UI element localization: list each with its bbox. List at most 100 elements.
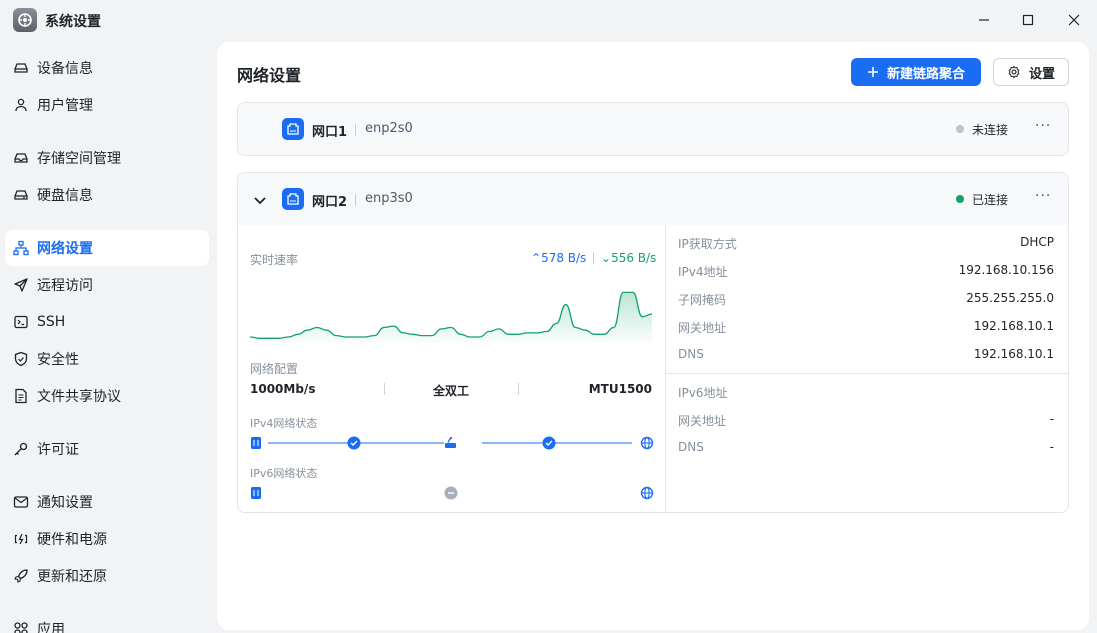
sidebar-item-notifications[interactable]: 通知设置: [5, 484, 209, 520]
duplex-mode: 全双工: [433, 384, 470, 398]
ipv4-status-label: IPv4网络状态: [250, 417, 318, 430]
globe-icon: [640, 486, 654, 500]
maximize-icon: [1022, 14, 1034, 26]
mtu-value: MTU1500: [588, 382, 652, 396]
sidebar-item-storage[interactable]: 存储空间管理: [5, 140, 209, 176]
key-icon: [13, 441, 29, 457]
port-status: 未连接: [972, 123, 1009, 137]
page-title: 网络设置: [237, 66, 302, 85]
sidebar-item-device-info[interactable]: 设备信息: [5, 50, 209, 86]
sidebar-item-label: 文件共享协议: [37, 389, 121, 405]
globe-icon: [640, 436, 654, 450]
device-icon: [251, 487, 261, 499]
sidebar-item-file-sharing[interactable]: 文件共享协议: [5, 378, 209, 414]
port-card-header[interactable]: 网口2 enp3s0 已连接 ···: [238, 173, 1068, 225]
net-config-label: 网络配置: [250, 362, 299, 376]
shield-icon: [13, 351, 29, 367]
divider: [355, 124, 356, 136]
ipv6-status-track: [251, 486, 654, 500]
section-divider: [665, 225, 666, 512]
plus-icon: [867, 67, 878, 77]
arrow-down-icon: ⌄: [601, 251, 612, 265]
info-key: 子网掩码: [678, 293, 727, 307]
sidebar-item-label: 安全性: [37, 352, 79, 368]
info-key: IPv4地址: [678, 265, 728, 279]
settings-app-icon: [13, 8, 37, 32]
main-panel: 网络设置 新建链路聚合 设置 网口1 enp2s0 未连接 ··· 网口2 en…: [217, 42, 1089, 630]
sidebar-item-apps[interactable]: 应用: [5, 611, 209, 633]
sidebar-item-label: SSH: [37, 314, 66, 330]
chevron-down-icon[interactable]: [253, 193, 267, 207]
router-icon: [445, 436, 456, 448]
info-value: DHCP: [1020, 235, 1054, 249]
info-value: 192.168.10.1: [973, 319, 1054, 333]
info-divider: [666, 373, 1068, 374]
drive-icon: [13, 60, 29, 76]
sidebar-item-remote-access[interactable]: 远程访问: [5, 267, 209, 303]
download-rate: ⌄556 B/s: [601, 251, 657, 265]
network-icon: [13, 240, 29, 256]
info-value: -: [1049, 412, 1054, 426]
port-card-1[interactable]: 网口1 enp2s0 未连接 ···: [237, 102, 1069, 156]
speed-chart: [250, 291, 652, 343]
sidebar-item-users[interactable]: 用户管理: [5, 87, 209, 123]
sidebar-item-label: 应用: [37, 622, 65, 633]
info-value: 255.255.255.0: [966, 291, 1054, 305]
disk-icon: [13, 187, 29, 203]
sidebar-item-hardware-power[interactable]: 硬件和电源: [5, 521, 209, 557]
minimize-button[interactable]: [970, 8, 998, 32]
rocket-icon: [13, 568, 29, 584]
sidebar-item-label: 用户管理: [37, 98, 93, 114]
sidebar-item-label: 更新和还原: [37, 569, 107, 585]
link-speed: 1000Mb/s: [250, 382, 316, 396]
maximize-button[interactable]: [1014, 8, 1042, 32]
power-icon: [13, 531, 29, 547]
divider: [355, 194, 356, 206]
sidebar-item-disks[interactable]: 硬盘信息: [5, 177, 209, 213]
info-key: DNS: [678, 440, 704, 454]
device-icon: [251, 437, 261, 449]
divider: [593, 252, 594, 264]
minus-circle-icon: [444, 486, 458, 500]
user-icon: [13, 97, 29, 113]
ethernet-port-icon: [282, 188, 304, 210]
more-options-icon[interactable]: ···: [1035, 188, 1051, 204]
arrow-up-icon: ⌃: [531, 251, 542, 265]
info-key: IP获取方式: [678, 237, 737, 251]
storage-icon: [13, 150, 29, 166]
status-dot-connected: [956, 195, 964, 203]
settings-label: 设置: [1028, 66, 1055, 82]
sidebar-item-label: 设备信息: [37, 61, 93, 77]
port-name: 网口2: [312, 195, 348, 210]
speed-label: 实时速率: [250, 253, 299, 267]
check-circle-icon: [542, 436, 556, 450]
sidebar-item-label: 存储空间管理: [37, 151, 121, 167]
more-options-icon[interactable]: ···: [1035, 118, 1051, 134]
port-card-header[interactable]: 网口1 enp2s0 未连接 ···: [238, 103, 1068, 155]
terminal-icon: [13, 314, 29, 330]
close-button[interactable]: [1060, 8, 1088, 32]
sidebar-item-network[interactable]: 网络设置: [5, 230, 209, 266]
settings-button[interactable]: 设置: [993, 58, 1069, 86]
sidebar-item-update-restore[interactable]: 更新和还原: [5, 558, 209, 594]
window-title: 系统设置: [45, 14, 101, 30]
new-bond-label: 新建链路聚合: [886, 66, 965, 82]
send-icon: [13, 277, 29, 293]
port-card-2: 网口2 enp3s0 已连接 ··· 实时速率 ⌃578 B/s ⌄556 B/…: [237, 172, 1069, 513]
minimize-icon: [979, 19, 989, 21]
port-name: 网口1: [312, 125, 348, 140]
sidebar-item-license[interactable]: 许可证: [5, 431, 209, 467]
port-device: enp2s0: [365, 121, 413, 136]
mail-icon: [13, 494, 29, 510]
upload-rate: ⌃578 B/s: [531, 251, 587, 265]
sidebar-item-ssh[interactable]: SSH: [5, 304, 209, 340]
sidebar-item-label: 许可证: [37, 442, 79, 458]
info-key: 网关地址: [678, 414, 727, 428]
sidebar: 设备信息 用户管理 存储空间管理 硬盘信息 网络设置 远程访问 SSH 安全性 …: [0, 42, 217, 633]
sidebar-item-label: 远程访问: [37, 278, 93, 294]
sidebar-item-label: 网络设置: [37, 241, 93, 257]
new-bond-button[interactable]: 新建链路聚合: [851, 58, 981, 86]
info-value: -: [1049, 440, 1054, 454]
sidebar-item-security[interactable]: 安全性: [5, 341, 209, 377]
info-key: 网关地址: [678, 321, 727, 335]
